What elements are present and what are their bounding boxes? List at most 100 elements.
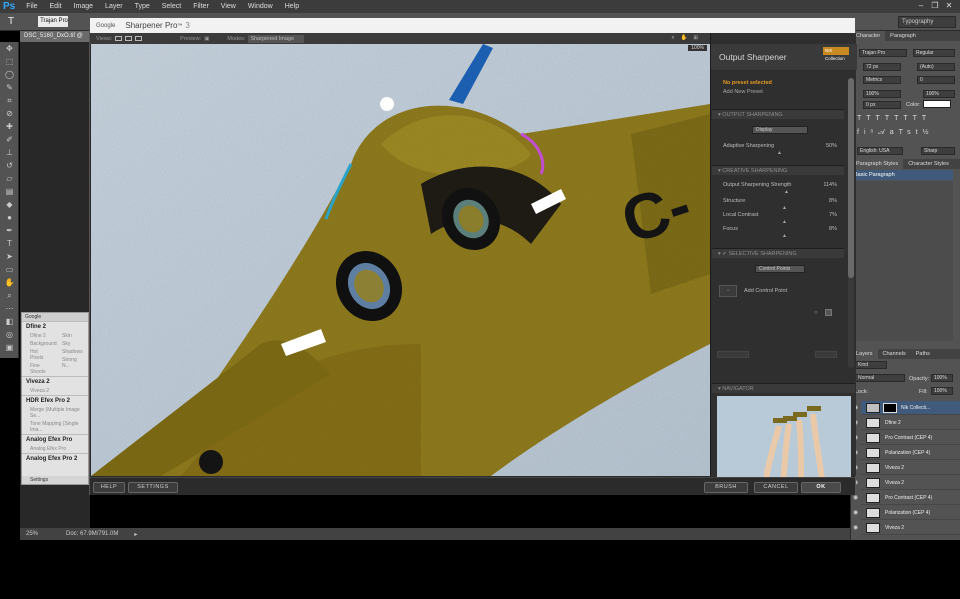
navigator-section[interactable]: ▾ Navigator: [712, 383, 855, 393]
menu-edit[interactable]: Edit: [44, 3, 68, 10]
stamp-tool-icon[interactable]: ⊥: [0, 146, 19, 159]
eye-icon[interactable]: ◉: [853, 524, 858, 531]
nik-item[interactable]: Background: [22, 340, 60, 348]
language-field[interactable]: English: USA: [857, 147, 903, 155]
nik-item[interactable]: Tone Mapping (Single Ima...: [22, 420, 88, 434]
nik-section-analog-2[interactable]: Analog Efex Pro 2: [22, 453, 88, 464]
workspace-select[interactable]: Typography: [898, 16, 956, 28]
pen-tool-icon[interactable]: ✒: [0, 224, 19, 237]
shape-tool-icon[interactable]: ▭: [0, 263, 19, 276]
dodge-tool-icon[interactable]: ●: [0, 211, 19, 224]
side-by-side-view-icon[interactable]: [135, 36, 143, 41]
add-control-point-icon[interactable]: ·: [719, 285, 737, 297]
layer-row[interactable]: ◉Viveza 2: [853, 521, 960, 535]
opacity-field[interactable]: 100%: [931, 374, 953, 382]
tab-character-styles[interactable]: Character Styles: [903, 159, 954, 169]
mode-select[interactable]: Sharpened Image: [248, 34, 305, 43]
tracking-field[interactable]: 0: [917, 76, 955, 84]
quick-mask-icon[interactable]: ◎: [0, 328, 19, 341]
brush-tool-icon[interactable]: ✐: [0, 133, 19, 146]
kerning-field[interactable]: Metrics: [863, 76, 901, 84]
selective-checkbox-icon[interactable]: ✓: [722, 251, 727, 257]
navigator-thumbnail[interactable]: [717, 396, 851, 486]
layer-filter-kind[interactable]: Kind: [855, 361, 887, 369]
quick-select-tool-icon[interactable]: ✎: [0, 81, 19, 94]
nik-section-viveza[interactable]: Viveza 2: [22, 376, 88, 387]
menu-layer[interactable]: Layer: [99, 3, 129, 10]
tab-character[interactable]: Character: [851, 31, 886, 41]
split-view-icon[interactable]: [125, 36, 133, 41]
selective-sharpening-section[interactable]: ▾ ✓ Selective Sharpening: [712, 248, 844, 258]
help-button[interactable]: HELP: [93, 482, 125, 493]
gradient-tool-icon[interactable]: ▤: [0, 185, 19, 198]
menu-filter[interactable]: Filter: [187, 3, 215, 10]
leading-field[interactable]: (Auto): [917, 63, 955, 71]
focus-slider-handle[interactable]: ▲: [782, 233, 787, 239]
font-family-field[interactable]: Trajan Pro: [859, 49, 907, 57]
screen-mode-icon[interactable]: ▣: [0, 341, 19, 354]
tab-channels[interactable]: Channels: [878, 349, 911, 359]
tab-paths[interactable]: Paths: [911, 349, 935, 359]
font-family-select[interactable]: Trajan Pro: [38, 16, 69, 27]
blend-mode-select[interactable]: Normal: [855, 374, 905, 382]
output-sharpening-section[interactable]: ▾ Output Sharpening: [712, 109, 844, 119]
control-point-delete-icon[interactable]: [825, 309, 832, 316]
eye-icon[interactable]: ◉: [853, 494, 858, 501]
controls-scrollbar[interactable]: [848, 78, 854, 368]
eyedropper-tool-icon[interactable]: ⊘: [0, 107, 19, 120]
text-color-swatch[interactable]: [923, 100, 951, 108]
layer-row[interactable]: ◉Polarization (CEP 4): [853, 506, 960, 520]
healing-tool-icon[interactable]: ✚: [0, 120, 19, 133]
baseline-field[interactable]: 0 px: [863, 101, 901, 109]
layer-row[interactable]: ◉Dfine 2: [853, 416, 960, 430]
crop-tool-icon[interactable]: ⌗: [0, 94, 19, 107]
layer-row[interactable]: ◉Viveza 2: [853, 476, 960, 490]
nik-settings-link[interactable]: Settings: [22, 476, 88, 484]
local-contrast-slider-handle[interactable]: ▲: [782, 219, 787, 225]
type-style-buttons[interactable]: TTTTTTTT: [857, 115, 931, 122]
menu-help[interactable]: Help: [279, 3, 305, 10]
more-tools-icon[interactable]: ⋯: [0, 302, 19, 315]
settings-button[interactable]: SETTINGS: [128, 482, 178, 493]
control-point-circle-icon[interactable]: ○: [814, 310, 818, 316]
antialias-field[interactable]: Sharp: [921, 147, 955, 155]
eraser-tool-icon[interactable]: ▱: [0, 172, 19, 185]
minimize-icon[interactable]: ‒: [914, 1, 928, 11]
nik-item[interactable]: Sky: [60, 340, 91, 348]
menu-file[interactable]: File: [20, 3, 43, 10]
strength-slider-handle[interactable]: ▲: [784, 189, 789, 195]
control-points-select[interactable]: Control Points: [755, 265, 805, 273]
zoom-level[interactable]: 100%: [688, 45, 707, 51]
document-tab[interactable]: DSC_5160_DxO.tif @ 25%: [20, 31, 90, 50]
controls-scrollbar-thumb[interactable]: [848, 78, 854, 278]
layer-row[interactable]: ◉ Nik Collecti...: [853, 401, 960, 415]
add-preset-link[interactable]: Add New Preset: [723, 89, 763, 95]
tab-paragraph-styles[interactable]: Paragraph Styles: [851, 159, 904, 169]
nik-item[interactable]: Hot Pixels: [22, 348, 60, 362]
nik-section-dfine[interactable]: Dfine 2: [22, 321, 88, 332]
opentype-buttons[interactable]: fiᵒ𝒜aTst½: [857, 129, 933, 137]
nik-item[interactable]: Skin: [60, 332, 91, 340]
layer-row[interactable]: ◉Polarization (CEP 4): [853, 446, 960, 460]
nik-item[interactable]: Viveza 2: [22, 387, 88, 395]
image-preview[interactable]: C- 100%: [91, 44, 710, 476]
status-zoom[interactable]: 25%: [26, 531, 38, 537]
type-tool-icon-side[interactable]: T: [0, 237, 19, 250]
layer-row[interactable]: ◉ Pro Contrast (CEP 4): [853, 491, 960, 505]
font-size-field[interactable]: 72 px: [863, 63, 901, 71]
nik-item[interactable]: Merge (Multiple Image Se...: [22, 406, 88, 420]
history-brush-tool-icon[interactable]: ↺: [0, 159, 19, 172]
zoom-tool-icon[interactable]: ⌕: [0, 289, 19, 302]
output-display-select[interactable]: Display: [752, 126, 808, 134]
structure-slider-handle[interactable]: ▲: [782, 205, 787, 211]
menu-view[interactable]: View: [215, 3, 242, 10]
nik-item[interactable]: Strong N...: [60, 356, 91, 370]
color-swatches-icon[interactable]: ◧: [0, 315, 19, 328]
nik-item[interactable]: Analog Efex Pro: [22, 445, 88, 453]
menu-type[interactable]: Type: [129, 3, 156, 10]
cancel-button[interactable]: CANCEL: [754, 482, 798, 493]
type-tool-icon[interactable]: T: [8, 16, 14, 27]
preview-toggle-icon[interactable]: ▣: [204, 36, 209, 42]
single-view-icon[interactable]: [115, 36, 123, 41]
nik-section-hdr[interactable]: HDR Efex Pro 2: [22, 395, 88, 406]
